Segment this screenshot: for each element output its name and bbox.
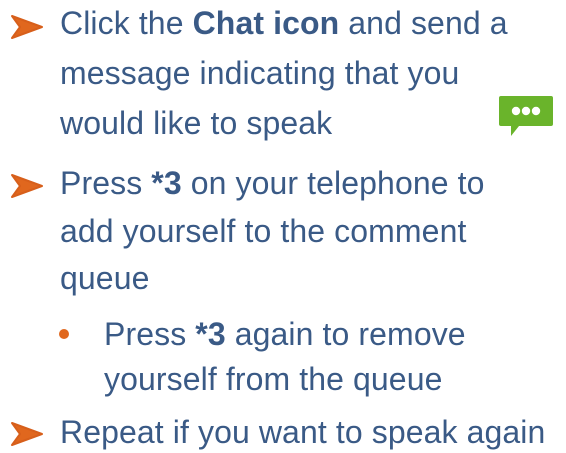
bullet-4-line-1: Repeat if you want to speak again	[60, 413, 545, 451]
bullet-2-line-3: queue	[60, 259, 149, 297]
text-segment: Press	[104, 316, 196, 352]
text-segment: Click the	[60, 5, 193, 41]
bullet-2-line-2: add yourself to the comment	[60, 212, 466, 250]
sub-bullet-line-2: yourself from the queue	[104, 360, 443, 398]
bold-text-segment: Chat icon	[192, 5, 340, 41]
text-segment: again to remove	[225, 316, 466, 352]
orange-arrowhead-icon	[11, 174, 43, 198]
text-segment: Repeat if you want to speak again	[60, 414, 546, 450]
text-segment: queue	[60, 260, 150, 296]
orange-arrowhead-icon	[11, 422, 43, 446]
chat-bubble-icon	[499, 96, 553, 136]
bullet-1-line-3: would like to speak	[60, 104, 332, 142]
bold-text-segment: *3	[195, 316, 226, 352]
text-segment: on your telephone to	[181, 165, 485, 201]
bullet-2-line-1: Press *3 on your telephone to	[60, 164, 485, 202]
text-segment: and send a	[339, 5, 508, 41]
sub-bullet-line-1: Press *3 again to remove	[104, 315, 466, 353]
text-segment: message indicating that you	[60, 55, 460, 91]
text-segment: Press	[60, 165, 152, 201]
text-segment: yourself from the queue	[104, 361, 443, 397]
text-segment: add yourself to the comment	[60, 213, 467, 249]
text-segment: would like to speak	[60, 105, 333, 141]
bullet-1-line-2: message indicating that you	[60, 54, 459, 92]
orange-dot-icon	[59, 329, 69, 339]
bold-text-segment: *3	[151, 165, 182, 201]
bullet-1-line-1: Click the Chat icon and send a	[60, 4, 508, 42]
orange-arrowhead-icon	[11, 15, 43, 39]
